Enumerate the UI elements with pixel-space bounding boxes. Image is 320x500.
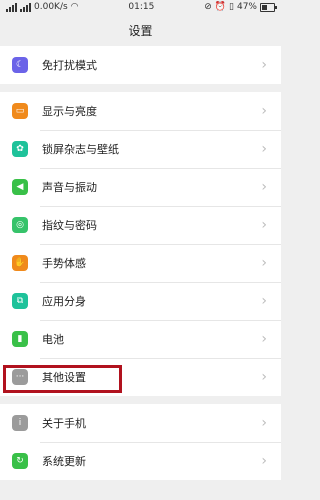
network-speed: 0.00K/s — [34, 2, 68, 12]
settings-group: ☾ 免打扰模式 › — [0, 46, 281, 84]
status-time: 01:15 — [128, 2, 155, 12]
chevron-right-icon: › — [261, 453, 267, 469]
settings-row[interactable]: ▭ 显示与亮度 › — [0, 92, 281, 130]
settings-row[interactable]: ⧉ 应用分身 › — [0, 282, 281, 320]
signal-icon-2 — [20, 2, 31, 12]
flower-icon: ✿ — [12, 141, 28, 157]
settings-row[interactable]: ✿ 锁屏杂志与壁纸 › — [0, 130, 281, 168]
page-title: 设置 — [128, 23, 153, 38]
settings-row[interactable]: ☾ 免打扰模式 › — [0, 46, 281, 84]
settings-group: ▭ 显示与亮度 › ✿ 锁屏杂志与壁纸 › ◀ 声音与振动 › ◎ 指纹与密码 › ✋ 手势体感 › ⧉ 应用分… — [0, 92, 281, 396]
wifi-icon: ◠ — [70, 2, 79, 12]
chevron-right-icon: › — [261, 217, 267, 233]
settings-row-label: 电池 — [42, 333, 64, 346]
update-icon: ↻ — [12, 453, 28, 469]
battery-icon: ▮ — [12, 331, 28, 347]
settings-row-label: 显示与亮度 — [42, 105, 97, 118]
battery-level — [261, 4, 268, 10]
vibrate-icon: ▯ — [229, 2, 234, 12]
settings-row[interactable]: ✋ 手势体感 › — [0, 244, 281, 282]
display-icon: ▭ — [12, 103, 28, 119]
settings-row-label: 关于手机 — [42, 417, 86, 430]
battery-percent: 47% — [236, 2, 257, 12]
settings-row-label: 免打扰模式 — [42, 59, 97, 72]
chevron-right-icon: › — [261, 415, 267, 431]
clone-icon: ⧉ — [12, 293, 28, 309]
group-gap — [0, 396, 281, 404]
settings-row-label: 指纹与密码 — [42, 219, 97, 232]
fingerprint-icon: ◎ — [12, 217, 28, 233]
settings-group: i 关于手机 › ↻ 系统更新 › — [0, 404, 281, 480]
chevron-right-icon: › — [261, 141, 267, 157]
alarm-icon: ⏰ — [214, 2, 227, 12]
settings-row[interactable]: ◀ 声音与振动 › — [0, 168, 281, 206]
group-gap — [0, 84, 281, 92]
rotation-lock-icon: ⊘ — [204, 2, 212, 12]
settings-row[interactable]: ↻ 系统更新 › — [0, 442, 281, 480]
settings-list: ☾ 免打扰模式 › ▭ 显示与亮度 › ✿ 锁屏杂志与壁纸 › ◀ 声音与振动 › ◎ 指纹与密码 › ✋ 手势… — [0, 46, 281, 480]
settings-row-label: 应用分身 — [42, 295, 86, 308]
settings-row-label: 系统更新 — [42, 455, 86, 468]
highlight-box — [3, 365, 122, 393]
settings-row-label: 声音与振动 — [42, 181, 97, 194]
info-icon: i — [12, 415, 28, 431]
settings-row[interactable]: ▮ 电池 › — [0, 320, 281, 358]
chevron-right-icon: › — [261, 293, 267, 309]
chevron-right-icon: › — [261, 369, 267, 385]
chevron-right-icon: › — [261, 179, 267, 195]
chevron-right-icon: › — [261, 255, 267, 271]
hand-icon: ✋ — [12, 255, 28, 271]
page-header: 设置 — [0, 14, 281, 46]
speaker-icon: ◀ — [12, 179, 28, 195]
moon-icon: ☾ — [12, 57, 28, 73]
battery-icon — [259, 2, 277, 12]
chevron-right-icon: › — [261, 331, 267, 347]
settings-row-label: 手势体感 — [42, 257, 86, 270]
signal-icon — [6, 2, 17, 12]
settings-row[interactable]: i 关于手机 › — [0, 404, 281, 442]
status-bar: 0.00K/s ◠ 01:15 ⊘ ⏰ ▯ 47% — [0, 0, 281, 14]
chevron-right-icon: › — [261, 103, 267, 119]
settings-row[interactable]: ◎ 指纹与密码 › — [0, 206, 281, 244]
chevron-right-icon: › — [261, 57, 267, 73]
settings-row-label: 锁屏杂志与壁纸 — [42, 143, 119, 156]
